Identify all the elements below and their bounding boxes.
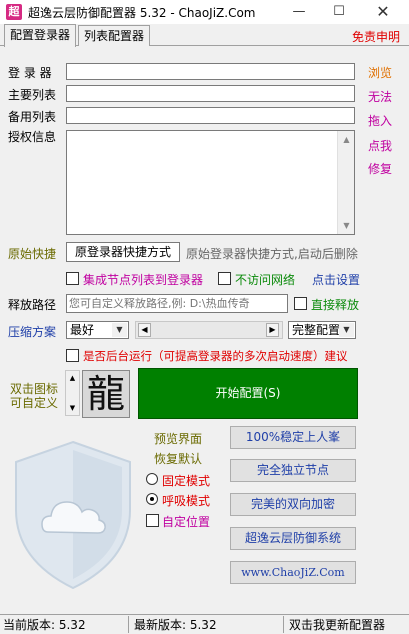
fixed-mode-label: 固定模式 [162, 474, 211, 488]
close-button[interactable]: ✕ [360, 0, 406, 24]
dragon-icon[interactable]: 龍 [82, 370, 130, 418]
custom-position-checkbox[interactable] [146, 514, 159, 527]
integrate-nodes-checkbox[interactable] [66, 272, 79, 285]
start-config-button[interactable]: 开始配置(S) [138, 368, 358, 419]
website-button[interactable]: www.ChaoJiZ.Com [230, 561, 356, 584]
chevron-down-icon[interactable]: ▼ [339, 323, 354, 337]
update-link[interactable]: 双击我更新配置器 [289, 616, 385, 634]
compress-mode-value: 完整配置 [292, 323, 341, 337]
latest-version-label: 最新版本: 5.32 [134, 618, 217, 632]
compress-level-select[interactable]: 最好 ▼ [66, 321, 129, 339]
spin-down-icon[interactable]: ▼ [66, 401, 79, 415]
disclaimer-link[interactable]: 免责申明 [352, 28, 400, 45]
maximize-button[interactable]: ☐ [316, 0, 362, 24]
shortcut-label: 原始快捷 [8, 247, 57, 261]
tab-list-config[interactable]: 列表配置器 [78, 25, 151, 46]
slider-left-icon[interactable]: ◀ [138, 323, 151, 337]
spin-up-icon[interactable]: ▲ [66, 371, 79, 385]
feature-button-independent-node[interactable]: 完全独立节点 [230, 459, 356, 482]
preview-ui-link[interactable]: 预览界面 [154, 430, 202, 447]
chevron-down-icon[interactable]: ▼ [112, 323, 127, 337]
backup-list-label: 备用列表 [8, 110, 57, 124]
invalid-link[interactable]: 无法 [368, 88, 392, 105]
breath-mode-label: 呼吸模式 [162, 494, 211, 508]
login-field[interactable] [66, 63, 355, 80]
restore-default-link[interactable]: 恢复默认 [154, 450, 202, 467]
integrate-nodes-label: 集成节点列表到登录器 [83, 273, 204, 287]
current-version-label: 当前版本: 5.32 [3, 618, 86, 632]
status-divider [128, 616, 129, 633]
window-title: 超逸云层防御配置器 5.32 - ChaoJiZ.Com [28, 6, 256, 20]
status-divider [283, 616, 284, 633]
scroll-up-icon[interactable]: ▲ [338, 131, 355, 148]
shortcut-hint: 原始登录器快捷方式,启动后删除 [186, 247, 358, 261]
shortcut-button[interactable]: 原登录器快捷方式 [66, 242, 180, 262]
click-me-link[interactable]: 点我 [368, 137, 392, 154]
direct-release-checkbox[interactable] [294, 297, 307, 310]
compress-mode-select[interactable]: 完整配置 ▼ [288, 321, 356, 339]
background-run-checkbox[interactable] [66, 349, 79, 362]
scroll-down-icon[interactable]: ▼ [338, 217, 355, 234]
auth-info-textarea[interactable] [66, 130, 355, 235]
app-logo-icon: 超 [6, 4, 22, 20]
direct-release-label: 直接释放 [311, 298, 360, 312]
compress-label: 压缩方案 [8, 325, 57, 339]
no-network-label: 不访问网络 [235, 273, 296, 287]
icon-label-line2: 可自定义 [10, 396, 59, 410]
fixed-mode-radio[interactable] [146, 473, 158, 485]
feature-button-defense-system[interactable]: 超逸云层防御系统 [230, 527, 356, 550]
main-list-field[interactable] [66, 85, 355, 102]
auth-info-scrollbar[interactable]: ▲ ▼ [337, 131, 354, 234]
compress-level-value: 最好 [70, 323, 95, 337]
click-settings-link[interactable]: 点击设置 [312, 271, 360, 288]
release-path-input[interactable] [66, 294, 288, 313]
no-network-checkbox[interactable] [218, 272, 231, 285]
auth-info-label: 授权信息 [8, 130, 57, 144]
background-run-label: 是否后台运行（可提高登录器的多次启动速度）建议 [83, 349, 348, 363]
breath-mode-radio[interactable] [146, 493, 158, 505]
tab-config-login[interactable]: 配置登录器 [4, 24, 77, 47]
shield-cloud-icon [15, 440, 131, 590]
feature-button-encryption[interactable]: 完美的双向加密 [230, 493, 356, 516]
backup-list-field[interactable] [66, 107, 355, 124]
repair-link[interactable]: 修复 [368, 160, 392, 177]
login-label: 登 录 器 [8, 66, 52, 80]
slider-right-icon[interactable]: ▶ [266, 323, 279, 337]
custom-position-label: 自定位置 [162, 515, 211, 529]
release-path-label: 释放路径 [8, 298, 57, 312]
feature-button-stable[interactable]: 100%稳定上人峯 [230, 426, 356, 449]
compress-slider[interactable]: ◀ ▶ [135, 321, 283, 339]
browse-link[interactable]: 浏览 [368, 64, 392, 81]
main-list-label: 主要列表 [8, 88, 57, 102]
icon-spinner[interactable]: ▲ ▼ [65, 370, 80, 416]
drag-in-link[interactable]: 拖入 [368, 112, 392, 129]
